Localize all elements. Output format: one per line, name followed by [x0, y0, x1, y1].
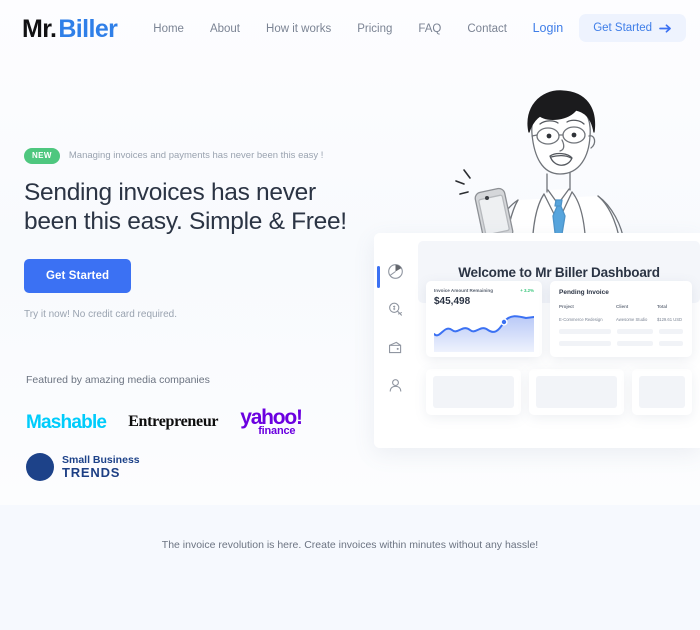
skeleton-cell	[616, 329, 654, 334]
footer-banner: The invoice revolution is here. Create i…	[0, 505, 700, 630]
wallet-icon[interactable]	[387, 339, 404, 356]
dashboard-cards-row: Invoice Amount Remaining + 3.2% $45,498	[418, 281, 700, 357]
skeleton-cell	[659, 341, 683, 346]
invoice-amount-label: Invoice Amount Remaining	[434, 288, 494, 293]
logo-text-mr: Mr.	[22, 14, 57, 43]
logo-yahoo-sub: finance	[258, 424, 296, 437]
nav-get-started-button[interactable]: Get Started	[579, 14, 686, 42]
nav-item-home[interactable]: Home	[153, 23, 184, 35]
invoice-amount-value: $45,498	[434, 296, 471, 307]
invoice-amount-delta: + 3.2%	[520, 288, 534, 293]
user-icon[interactable]	[387, 377, 404, 394]
placeholder-card-body	[433, 376, 514, 408]
sbt-line-2: TRENDS	[62, 465, 121, 481]
pending-invoice-card: Pending Invoice Project Client Total E-C…	[550, 281, 692, 357]
nav-get-started-label: Get Started	[593, 22, 652, 34]
placeholder-card	[529, 369, 624, 415]
landing-page: Mr.Biller Home About How it works Pricin…	[0, 0, 700, 630]
hero-badge-row: NEW Managing invoices and payments has n…	[24, 148, 364, 164]
nav-item-about[interactable]: About	[210, 23, 240, 35]
login-link[interactable]: Login	[523, 15, 574, 41]
new-badge: NEW	[24, 148, 60, 164]
hero-get-started-button[interactable]: Get Started	[24, 259, 132, 294]
pie-chart-icon[interactable]	[387, 263, 404, 280]
logo-mashable: Mashable	[26, 411, 107, 433]
logo-entrepreneur: Entrepreneur	[128, 413, 219, 431]
hero-subtext: Try it now! No credit card required.	[24, 309, 178, 321]
small-business-trends-circle-icon	[26, 453, 54, 482]
dashboard-title: Welcome to Mr Biller Dashboard	[458, 264, 660, 280]
pending-invoice-table-header: Project Client Total	[559, 304, 683, 309]
hero-headline: Sending invoices has never been this eas…	[24, 178, 347, 236]
invoice-trend-chart	[433, 315, 535, 352]
hero-section: NEW Managing invoices and payments has n…	[24, 148, 364, 320]
top-navbar: Mr.Biller Home About How it works Pricin…	[0, 0, 700, 58]
skeleton-cell	[559, 341, 611, 346]
skeleton-cell	[659, 329, 683, 334]
table-row-placeholder	[559, 329, 683, 334]
dashboard-mockup: Welcome to Mr Biller Dashboard Invoice A…	[374, 233, 700, 448]
logo-text-biller: Biller	[58, 14, 118, 43]
featured-title: Featured by amazing media companies	[26, 374, 210, 386]
logo-small-business-trends: Small Business TRENDS	[62, 455, 140, 480]
hero-badge-text: Managing invoices and payments has never…	[68, 150, 324, 162]
table-row-placeholder	[559, 341, 683, 346]
featured-section: Featured by amazing media companies Mash…	[26, 374, 366, 482]
nav-actions: Login Get Started	[523, 14, 686, 42]
nav-item-contact[interactable]: Contact	[467, 23, 507, 35]
placeholder-card	[632, 369, 692, 415]
column-header-client: Client	[616, 304, 629, 309]
nav-item-how-it-works[interactable]: How it works	[266, 23, 331, 35]
cell-client: Awesome Studio	[616, 317, 648, 322]
table-row: E-Commerce Redesign Awesome Studio $129.…	[559, 317, 683, 322]
sidebar-active-indicator	[377, 266, 380, 288]
dashboard-bottom-cards	[418, 357, 700, 415]
placeholder-card-body	[639, 376, 685, 408]
site-logo[interactable]: Mr.Biller	[22, 14, 118, 43]
placeholder-card-body	[536, 376, 617, 408]
dashboard-content: Welcome to Mr Biller Dashboard Invoice A…	[418, 241, 700, 448]
logo-yahoo-finance: yahoo! finance	[240, 407, 303, 437]
cell-total: $129.61 USD	[656, 317, 683, 322]
footer-text: The invoice revolution is here. Create i…	[161, 539, 539, 551]
column-header-project: Project	[559, 304, 574, 309]
placeholder-card	[426, 369, 521, 415]
dashboard-sidebar	[374, 233, 416, 448]
money-search-icon[interactable]	[387, 301, 404, 318]
nav-links: Home About How it works Pricing FAQ Cont…	[153, 23, 507, 35]
featured-logos-row-2: Small Business TRENDS	[26, 453, 366, 482]
invoice-amount-card: Invoice Amount Remaining + 3.2% $45,498	[426, 281, 542, 357]
pending-invoice-title: Pending Invoice	[559, 289, 609, 296]
skeleton-cell	[616, 341, 654, 346]
arrow-right-icon	[659, 23, 671, 33]
invoice-amount-card-header: Invoice Amount Remaining + 3.2%	[434, 288, 534, 293]
column-header-total: Total	[656, 304, 668, 309]
featured-logos-row-1: Mashable Entrepreneur yahoo! finance	[26, 407, 366, 437]
cell-project: E-Commerce Redesign	[559, 317, 603, 322]
nav-item-pricing[interactable]: Pricing	[357, 23, 392, 35]
skeleton-cell	[559, 329, 611, 334]
nav-item-faq[interactable]: FAQ	[418, 23, 441, 35]
